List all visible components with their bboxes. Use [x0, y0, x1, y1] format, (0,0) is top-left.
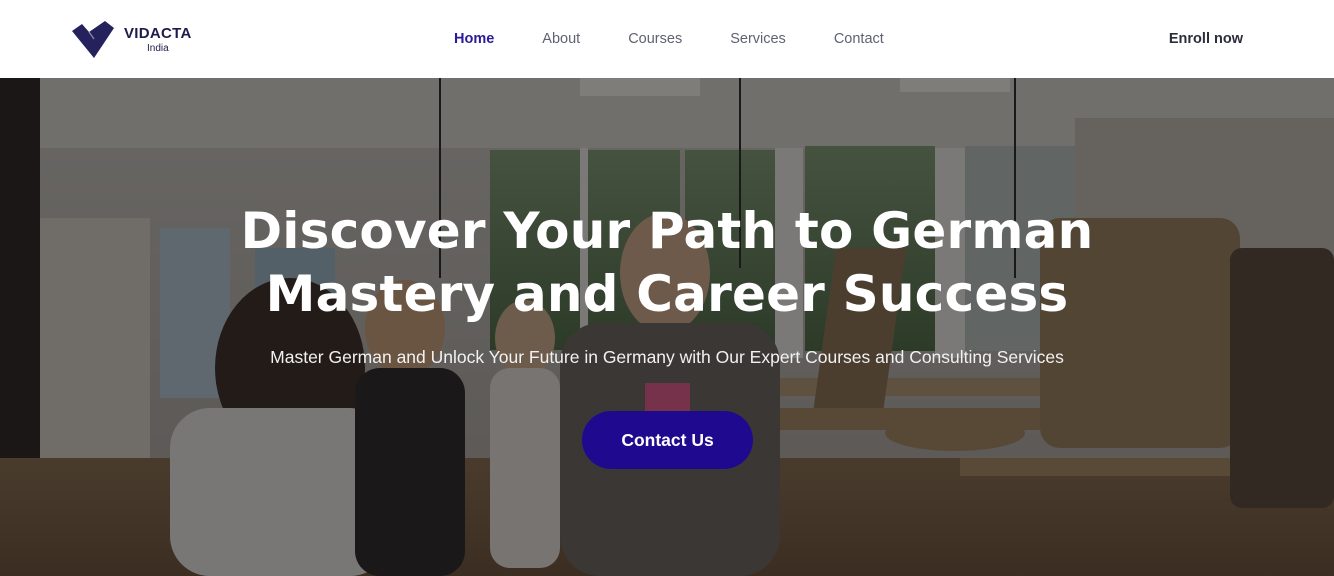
enroll-now-link[interactable]: Enroll now [1169, 0, 1243, 78]
nav-home[interactable]: Home [454, 31, 494, 47]
site-header: VIDACTA India Home About Courses Service… [0, 0, 1334, 78]
brand-text: VIDACTA India [124, 26, 192, 54]
nav-courses[interactable]: Courses [628, 31, 682, 47]
heart-check-logo-icon [72, 21, 114, 58]
hero-title: Discover Your Path to German Mastery and… [240, 202, 1094, 323]
main-nav: Home About Courses Services Contact [454, 0, 884, 78]
hero-subtitle: Master German and Unlock Your Future in … [270, 347, 1064, 367]
nav-services[interactable]: Services [730, 31, 786, 47]
contact-us-button[interactable]: Contact Us [582, 411, 753, 469]
brand-sub: India [146, 43, 169, 54]
nav-contact[interactable]: Contact [834, 31, 884, 47]
brand-name: VIDACTA [124, 25, 192, 42]
nav-about[interactable]: About [542, 31, 580, 47]
hero-section: Discover Your Path to German Mastery and… [0, 78, 1334, 576]
hero-content: Discover Your Path to German Mastery and… [0, 78, 1334, 576]
brand-logo[interactable]: VIDACTA India [72, 20, 192, 60]
